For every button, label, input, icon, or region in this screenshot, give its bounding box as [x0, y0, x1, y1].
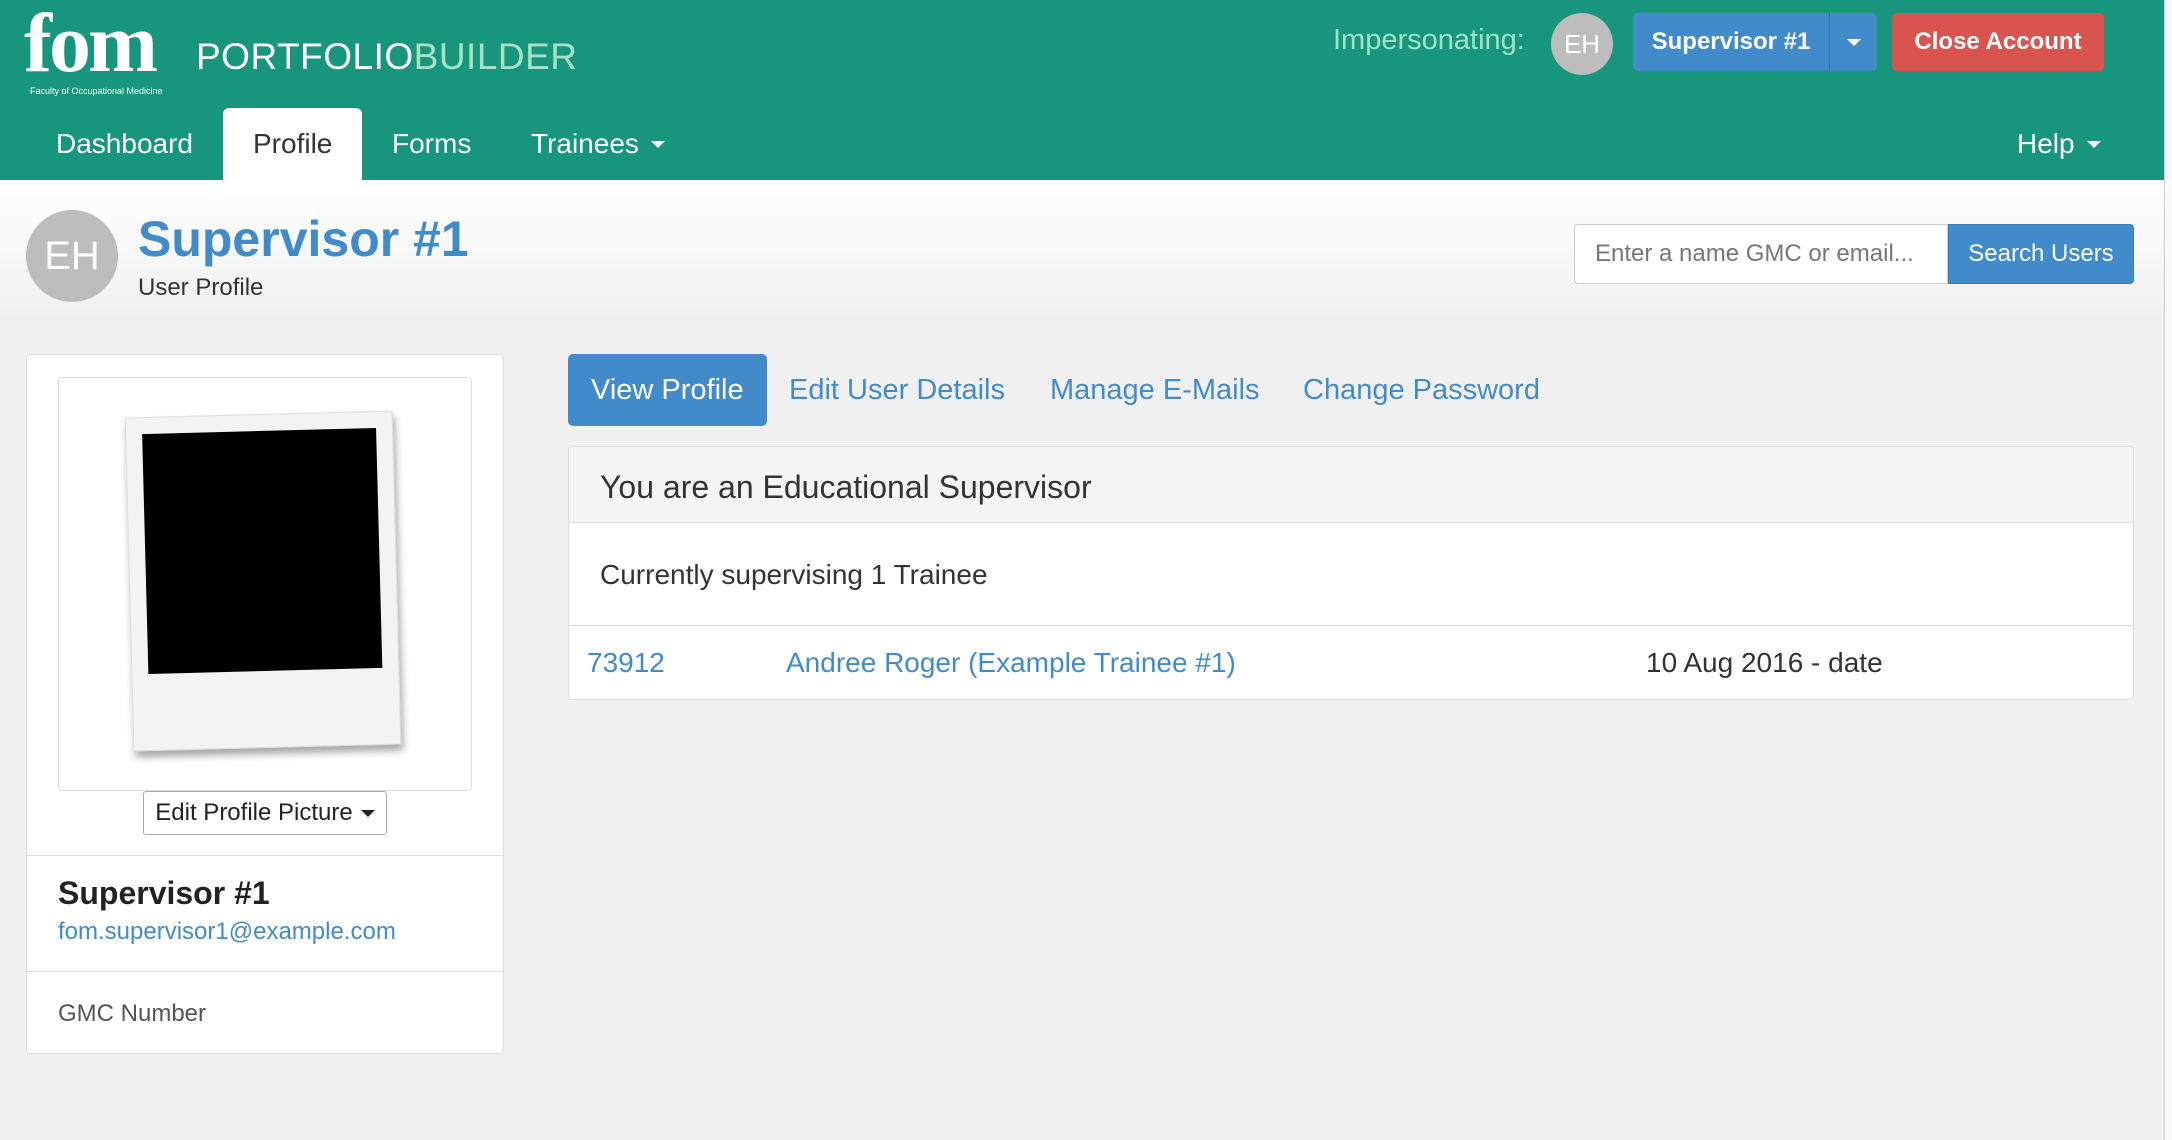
logo-text: fom — [24, 0, 158, 90]
user-menu-button[interactable]: Supervisor #1 — [1633, 13, 1829, 71]
user-search-input[interactable] — [1574, 224, 1948, 284]
main-nav: Dashboard Profile Forms Trainees Help — [0, 108, 2164, 180]
supervising-summary: Currently supervising 1 Trainee — [600, 559, 988, 590]
search-users-button[interactable]: Search Users — [1948, 224, 2134, 284]
top-header: fom Faculty of Occupational Medicine POR… — [0, 0, 2164, 180]
profile-picture-placeholder — [124, 410, 402, 752]
trainee-date-range: 10 Aug 2016 - date — [1646, 647, 1883, 678]
tab-manage-emails-label: Manage E-Mails — [1050, 373, 1260, 406]
close-account-button[interactable]: Close Account — [1892, 13, 2104, 71]
nav-help[interactable]: Help — [1987, 108, 2131, 180]
user-button-group: Supervisor #1 — [1633, 13, 1877, 71]
nav-trainees[interactable]: Trainees — [501, 108, 695, 180]
logo-subtext: Faculty of Occupational Medicine — [30, 86, 163, 96]
panel-title: You are an Educational Supervisor — [600, 469, 1092, 505]
user-menu-toggle[interactable] — [1829, 13, 1877, 71]
tab-manage-emails[interactable]: Manage E-Mails — [1027, 354, 1283, 426]
card-divider — [27, 971, 503, 972]
tab-view-profile-label: View Profile — [591, 373, 744, 406]
chevron-down-icon — [1846, 38, 1861, 46]
impersonating-label: Impersonating: — [1333, 24, 1525, 56]
adjacent-window-edge — [2164, 0, 2172, 1140]
tab-edit-user-details[interactable]: Edit User Details — [766, 354, 1028, 426]
trainee-id-link[interactable]: 73912 — [587, 647, 665, 679]
impersonated-avatar: EH — [1551, 13, 1613, 75]
edit-profile-picture-button[interactable]: Edit Profile Picture — [143, 791, 387, 835]
nav-trainees-label: Trainees — [531, 128, 639, 159]
supervisor-panel: You are an Educational Supervisor Curren… — [568, 446, 2134, 700]
profile-card: Edit Profile Picture Supervisor #1 fom.s… — [26, 354, 504, 1054]
panel-divider — [569, 625, 2133, 626]
nav-forms[interactable]: Forms — [362, 108, 501, 180]
tab-change-password[interactable]: Change Password — [1280, 354, 1563, 426]
brand-part2: BUILDER — [413, 36, 578, 77]
chevron-down-icon — [2086, 140, 2101, 148]
card-divider — [27, 855, 503, 856]
page-title: Supervisor #1 — [138, 211, 469, 267]
brand-name[interactable]: PORTFOLIOBUILDER — [196, 36, 578, 78]
nav-help-label: Help — [2017, 128, 2075, 159]
nav-profile-label: Profile — [253, 128, 333, 159]
nav-profile[interactable]: Profile — [223, 108, 363, 180]
tab-view-profile[interactable]: View Profile — [568, 354, 767, 426]
gmc-number-label: GMC Number — [58, 1000, 207, 1027]
user-avatar: EH — [26, 210, 118, 302]
trainee-name-link[interactable]: Andree Roger (Example Trainee #1) — [786, 647, 1236, 679]
caret-down-icon — [360, 809, 375, 817]
page-header: EH Supervisor #1 User Profile Search Use… — [0, 180, 2164, 320]
nav-dashboard[interactable]: Dashboard — [26, 108, 223, 180]
profile-picture-frame — [58, 377, 472, 791]
photo-blank — [142, 427, 383, 675]
chevron-down-icon — [650, 140, 665, 148]
page-subtitle: User Profile — [138, 274, 264, 301]
profile-email-link[interactable]: fom.supervisor1@example.com — [58, 918, 396, 946]
tab-edit-user-details-label: Edit User Details — [789, 373, 1005, 406]
panel-heading: You are an Educational Supervisor — [569, 447, 2133, 523]
profile-name: Supervisor #1 — [58, 875, 270, 911]
edit-profile-picture-label: Edit Profile Picture — [155, 799, 353, 826]
nav-forms-label: Forms — [392, 128, 472, 159]
fom-logo[interactable]: fom Faculty of Occupational Medicine — [24, 0, 174, 97]
brand-part1: PORTFOLIO — [196, 36, 414, 77]
nav-dashboard-label: Dashboard — [56, 128, 193, 159]
tab-change-password-label: Change Password — [1303, 373, 1540, 406]
